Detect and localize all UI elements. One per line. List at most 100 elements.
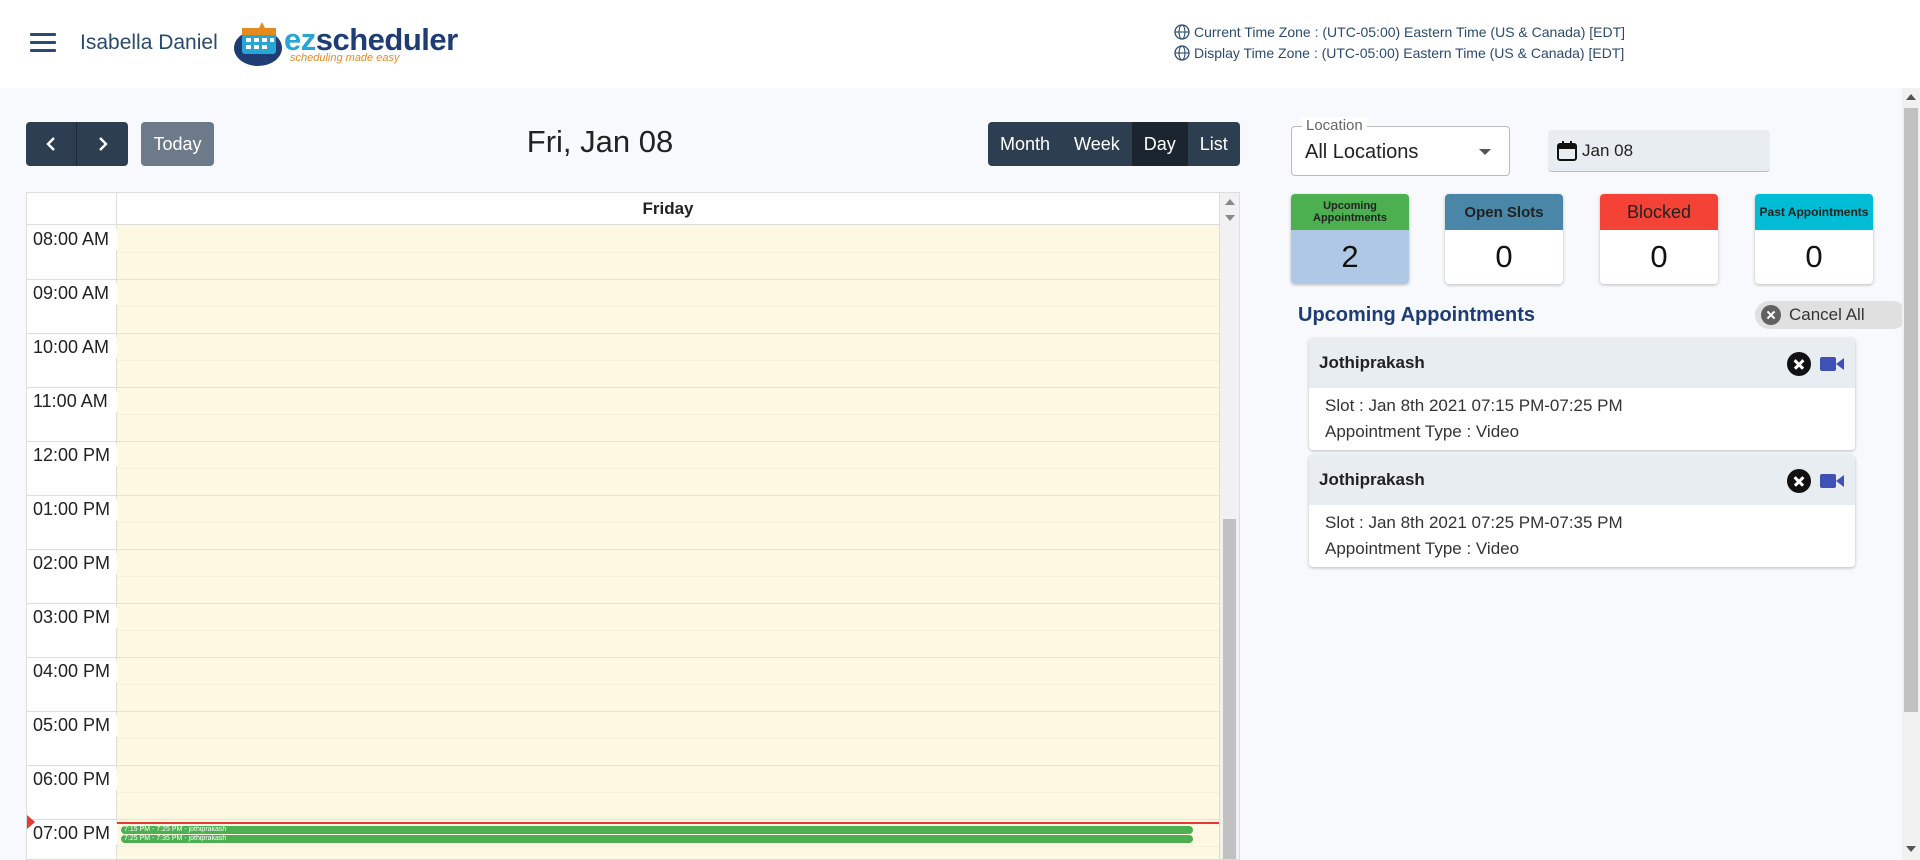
calendar-body[interactable]: 08:00 AM 09:00 AM 10:00 AM 11:00 AM 12:00 PM… (27, 225, 1219, 859)
appointment-name: Jothiprakash (1319, 470, 1425, 489)
appointment-card: Jothiprakash Slot : Jan 8th 2021 07:25 P… (1309, 455, 1855, 567)
calendar-title: Fri, Jan 08 (526, 124, 674, 159)
scroll-thumb[interactable] (1223, 519, 1236, 859)
time-gridline (27, 333, 117, 334)
page-scrollbar[interactable] (1902, 88, 1920, 860)
time-gridline (27, 495, 117, 496)
current-time-marker (27, 815, 35, 829)
stat-label: Upcoming Appointments (1291, 194, 1409, 230)
scroll-thumb[interactable] (1904, 108, 1918, 712)
cancel-all-label: Cancel All (1789, 305, 1865, 324)
time-gridline (27, 819, 117, 820)
next-button[interactable] (77, 122, 128, 166)
calendar-event[interactable]: 7:15 PM - 7:25 PM - jothiprakash (121, 826, 1193, 834)
today-button[interactable]: Today (141, 122, 214, 166)
half-hour-gridline (117, 792, 1219, 793)
time-label: 12:00 PM (27, 445, 117, 466)
cancel-appointment-icon[interactable] (1787, 469, 1811, 493)
cancel-appointment-icon[interactable] (1787, 352, 1811, 376)
display-timezone: Display Time Zone : (UTC-05:00) Eastern … (1174, 45, 1624, 61)
stat-blocked[interactable]: Blocked 0 (1600, 194, 1718, 284)
user-name: Isabella Daniel (80, 31, 218, 54)
time-gridline (27, 387, 117, 388)
scroll-up-arrow[interactable] (1225, 199, 1235, 205)
location-select[interactable]: Location All Locations (1291, 117, 1510, 176)
prev-button[interactable] (26, 122, 77, 166)
half-hour-gridline (117, 684, 1219, 685)
day-header: Friday (642, 199, 694, 218)
ezscheduler-logo[interactable]: ezscheduler scheduling made easy (232, 18, 458, 68)
view-week-button[interactable]: Week (1062, 122, 1132, 166)
time-gutter-header (27, 193, 117, 225)
hour-gridline (117, 549, 1219, 550)
current-timezone-text: Current Time Zone : (UTC-05:00) Eastern … (1194, 24, 1626, 40)
hour-gridline (117, 819, 1219, 820)
half-hour-gridline (117, 576, 1219, 577)
stat-label: Past Appointments (1755, 194, 1873, 230)
calendar-icon (1557, 141, 1577, 161)
appointment-card-header: Jothiprakash (1309, 455, 1855, 505)
app-header: Isabella Daniel ezscheduler scheduling m… (0, 0, 1920, 88)
view-month-button[interactable]: Month (988, 122, 1063, 166)
appointment-type: Appointment Type : Video (1325, 539, 1520, 558)
time-label: 10:00 AM (27, 337, 117, 358)
calendar-event[interactable]: 7:25 PM - 7:35 PM - jothiprakash (121, 835, 1193, 843)
time-gridline (27, 711, 117, 712)
video-camera-icon[interactable] (1819, 472, 1845, 490)
half-hour-gridline (117, 738, 1219, 739)
stat-value: 0 (1495, 239, 1513, 274)
hour-gridline (117, 711, 1219, 712)
half-hour-gridline (117, 252, 1219, 253)
stat-value: 0 (1650, 239, 1668, 274)
location-label: Location (1302, 117, 1367, 134)
cancel-circle-icon (1761, 305, 1781, 325)
day-calendar: Friday 08:00 AM 09:00 AM 10:00 AM 11:00 AM 1… (26, 192, 1240, 860)
scroll-down-arrow[interactable] (1225, 215, 1235, 221)
globe-icon (1174, 45, 1190, 61)
day-column[interactable] (117, 225, 1219, 859)
stat-open-slots[interactable]: Open Slots 0 (1445, 194, 1563, 284)
time-gridline (27, 765, 117, 766)
hour-gridline (117, 495, 1219, 496)
view-day-button[interactable]: Day (1131, 122, 1188, 166)
scroll-down-arrow[interactable] (1906, 846, 1916, 852)
stat-past-appointments[interactable]: Past Appointments 0 (1755, 194, 1873, 284)
hour-gridline (117, 657, 1219, 658)
calendar-scrollbar[interactable] (1219, 193, 1239, 859)
date-picker[interactable]: Jan 08 (1548, 130, 1770, 172)
stat-value: 2 (1291, 230, 1409, 284)
cancel-all-button[interactable]: Cancel All (1755, 301, 1907, 329)
hour-gridline (117, 333, 1219, 334)
stat-value: 0 (1805, 239, 1823, 274)
appointment-slot: Slot : Jan 8th 2021 07:25 PM-07:35 PM (1325, 513, 1623, 532)
caret-down-icon (1479, 149, 1491, 155)
time-label: 08:00 AM (27, 229, 117, 250)
time-label: 01:00 PM (27, 499, 117, 520)
chevron-right-icon (98, 137, 108, 151)
half-hour-gridline (117, 630, 1219, 631)
hamburger-menu-icon[interactable] (30, 33, 56, 53)
video-camera-icon[interactable] (1819, 355, 1845, 373)
stat-label: Blocked (1600, 194, 1718, 230)
time-label: 02:00 PM (27, 553, 117, 574)
upcoming-appointments-title: Upcoming Appointments (1298, 304, 1536, 326)
half-hour-gridline (117, 468, 1219, 469)
hour-gridline (117, 387, 1219, 388)
current-timezone: Current Time Zone : (UTC-05:00) Eastern … (1174, 24, 1625, 40)
view-list-button[interactable]: List (1187, 122, 1240, 166)
logo-calendar-icon (234, 22, 282, 66)
date-navigation (26, 122, 128, 166)
scroll-up-arrow[interactable] (1906, 94, 1916, 100)
appointment-card: Jothiprakash Slot : Jan 8th 2021 07:15 P… (1309, 338, 1855, 450)
globe-icon (1174, 24, 1190, 40)
half-hour-gridline (117, 306, 1219, 307)
appointment-name: Jothiprakash (1319, 353, 1425, 372)
stat-upcoming-appointments[interactable]: Upcoming Appointments 2 (1291, 194, 1409, 284)
hour-gridline (117, 441, 1219, 442)
half-hour-gridline (117, 522, 1219, 523)
view-switcher: Month Week Day List (988, 122, 1240, 166)
display-timezone-text: Display Time Zone : (UTC-05:00) Eastern … (1194, 45, 1625, 61)
appointment-slot: Slot : Jan 8th 2021 07:15 PM-07:25 PM (1325, 396, 1623, 415)
time-gridline (27, 657, 117, 658)
appointment-card-header: Jothiprakash (1309, 338, 1855, 388)
